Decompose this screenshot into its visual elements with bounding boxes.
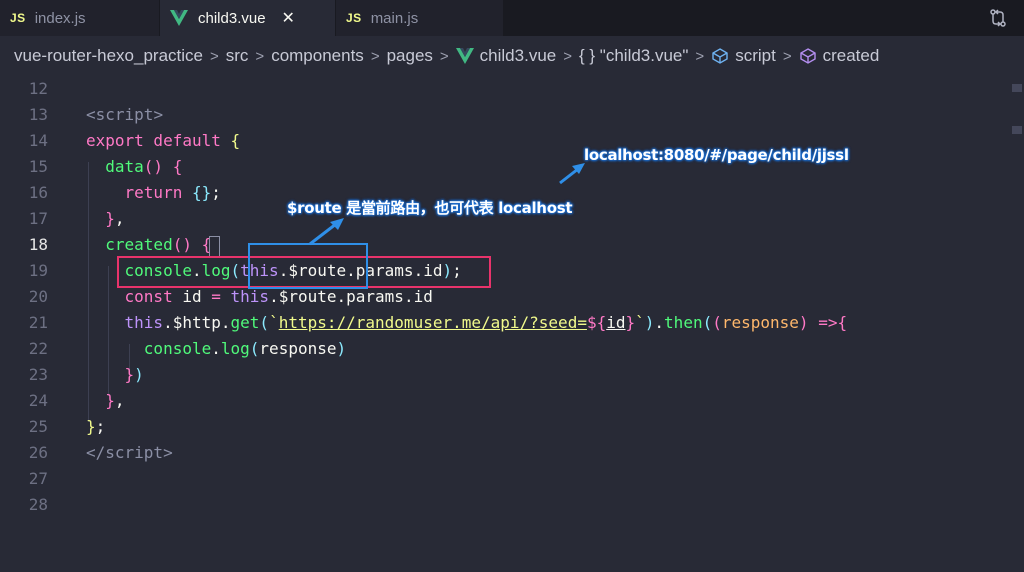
vue-file-icon bbox=[455, 48, 474, 64]
breadcrumb-module[interactable]: { } "child3.vue" bbox=[579, 46, 688, 66]
line-number: 14 bbox=[28, 131, 48, 150]
code-line: 24 }, bbox=[0, 388, 1000, 414]
line-number: 27 bbox=[28, 469, 48, 488]
bracket-match-highlight bbox=[209, 236, 220, 257]
line-number: 15 bbox=[28, 157, 48, 176]
breadcrumb: vue-router-hexo_practice > src > compone… bbox=[0, 36, 1024, 76]
code-line: 18 created() { bbox=[0, 232, 1000, 258]
vue-file-icon bbox=[170, 10, 188, 26]
line-number: 19 bbox=[28, 261, 48, 280]
line-number: 24 bbox=[28, 391, 48, 410]
scrollbar-marker bbox=[1012, 126, 1022, 134]
close-icon[interactable]: ✕ bbox=[282, 8, 295, 28]
code-line: 14 export default { bbox=[0, 128, 1000, 154]
code-editor[interactable]: 12 13 <script> 14 export default { 15 data… bbox=[0, 76, 1024, 572]
tab-main-js[interactable]: JS main.js bbox=[336, 0, 504, 36]
code-line: 27 bbox=[0, 466, 1000, 492]
breadcrumb-project[interactable]: vue-router-hexo_practice bbox=[14, 46, 203, 66]
breadcrumb-separator: > bbox=[782, 47, 792, 65]
annotation-arrow-route bbox=[309, 218, 344, 246]
line-number: 17 bbox=[28, 209, 48, 228]
breadcrumb-separator: > bbox=[370, 47, 380, 65]
method-icon bbox=[799, 48, 816, 64]
tab-index-js[interactable]: JS index.js bbox=[0, 0, 160, 36]
line-number: 25 bbox=[28, 417, 48, 436]
line-number: 21 bbox=[28, 313, 48, 332]
line-number: 13 bbox=[28, 105, 48, 124]
code-line: 25}; bbox=[0, 414, 1000, 440]
tab-child3-vue[interactable]: child3.vue ✕ bbox=[160, 0, 336, 36]
cube-icon bbox=[712, 48, 728, 64]
breadcrumb-separator: > bbox=[209, 47, 219, 65]
line-number: 28 bbox=[28, 495, 48, 514]
line-number: 12 bbox=[28, 79, 48, 98]
annotation-url-note: localhost:8080/#/page/child/jjssl bbox=[584, 146, 849, 164]
code-line: 26 </script> bbox=[0, 440, 1000, 466]
line-number: 22 bbox=[28, 339, 48, 358]
code-line: 28 bbox=[0, 492, 1000, 518]
line-number: 18 bbox=[28, 235, 48, 254]
code-line: 23 }) bbox=[0, 362, 1000, 388]
breadcrumb-file[interactable]: child3.vue bbox=[455, 46, 557, 66]
breadcrumb-pages[interactable]: pages bbox=[387, 46, 433, 66]
line-number: 20 bbox=[28, 287, 48, 306]
breadcrumb-script-label: script bbox=[735, 46, 776, 65]
code-line: 15 data() { bbox=[0, 154, 1000, 180]
code-line: 22 console.log(response) bbox=[0, 336, 1000, 362]
breadcrumb-src[interactable]: src bbox=[226, 46, 249, 66]
breadcrumb-created[interactable]: created bbox=[799, 46, 880, 66]
tab-label: child3.vue bbox=[198, 9, 266, 27]
vertical-scrollbar[interactable] bbox=[1010, 76, 1024, 572]
breadcrumb-separator: > bbox=[255, 47, 265, 65]
line-number: 26 bbox=[28, 443, 48, 462]
annotation-route-note: $route 是當前路由，也可代表 localhost bbox=[287, 199, 573, 217]
editor-tab-bar: JS index.js child3.vue ✕ JS main.js bbox=[0, 0, 1024, 36]
breadcrumb-file-label: child3.vue bbox=[479, 46, 557, 65]
breadcrumb-components[interactable]: components bbox=[271, 46, 364, 66]
breadcrumb-separator: > bbox=[563, 47, 572, 65]
js-file-icon: JS bbox=[346, 11, 362, 25]
tab-label: index.js bbox=[34, 9, 86, 27]
breadcrumb-separator: > bbox=[439, 47, 449, 65]
tab-label: main.js bbox=[370, 9, 419, 27]
scrollbar-marker bbox=[1012, 84, 1022, 92]
code-line: 13 <script> bbox=[0, 102, 1000, 128]
breadcrumb-separator: > bbox=[695, 47, 705, 65]
line-number: 23 bbox=[28, 365, 48, 384]
annotation-blue-box bbox=[248, 243, 368, 289]
js-file-icon: JS bbox=[10, 11, 26, 25]
breadcrumb-created-label: created bbox=[822, 46, 880, 65]
code-line: 21 this.$http.get(`https://randomuser.me… bbox=[0, 310, 1000, 336]
compare-changes-icon[interactable] bbox=[988, 8, 1008, 28]
breadcrumb-script[interactable]: script bbox=[711, 46, 776, 66]
code-line: 12 bbox=[0, 76, 1000, 102]
line-number: 16 bbox=[28, 183, 48, 202]
